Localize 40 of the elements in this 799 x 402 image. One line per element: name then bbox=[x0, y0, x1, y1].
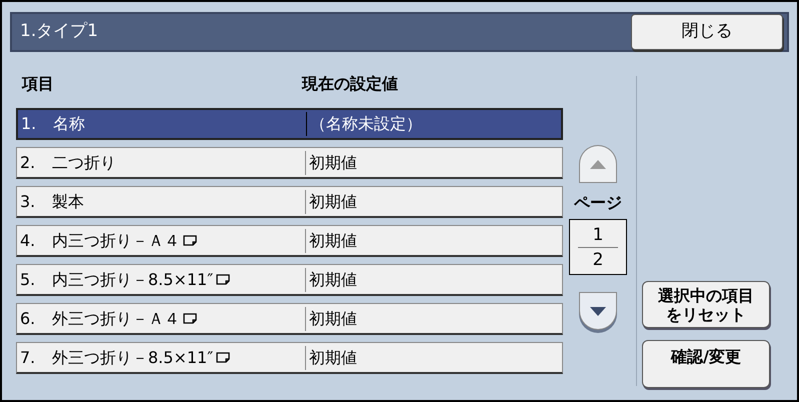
setting-row[interactable]: 2. 二つ折り 初期値 bbox=[16, 147, 563, 179]
setting-row[interactable]: 4. 内三つ折り－Ａ４ 初期値 bbox=[16, 225, 563, 257]
setting-row[interactable]: 3. 製本 初期値 bbox=[16, 186, 563, 218]
down-arrow-icon bbox=[590, 306, 606, 316]
item-label: 二つ折り bbox=[52, 152, 116, 174]
setting-row[interactable]: 5. 内三つ折り－8.5×11″ 初期値 bbox=[16, 264, 563, 296]
item-value: 初期値 bbox=[308, 308, 357, 330]
column-header: 現在の設定値 bbox=[302, 73, 398, 95]
setting-row[interactable]: 1. 名称 （名称未設定） bbox=[16, 108, 563, 140]
item-label: 内三つ折り－8.5×11″ bbox=[52, 268, 214, 290]
window-title: 1.タイプ1 bbox=[20, 20, 98, 44]
item-value: 初期値 bbox=[308, 230, 357, 252]
column-header: 項目 bbox=[20, 73, 55, 95]
item-number: 4. bbox=[20, 230, 36, 252]
setting-row[interactable]: 6. 外三つ折り－Ａ４ 初期値 bbox=[16, 303, 563, 335]
confirm-change-button[interactable]: 確認/変更 bbox=[642, 340, 770, 388]
item-number: 7. bbox=[20, 346, 36, 368]
item-number: 5. bbox=[20, 268, 36, 290]
item-label: 名称 bbox=[53, 113, 85, 135]
item-value: 初期値 bbox=[308, 268, 357, 290]
item-label: 内三つ折り－Ａ４ bbox=[52, 230, 180, 252]
total-pages: 2 bbox=[592, 250, 604, 270]
item-number: 3. bbox=[20, 190, 36, 212]
page-down-button[interactable] bbox=[579, 292, 617, 330]
item-value: 初期値 bbox=[308, 190, 357, 212]
current-page: 1 bbox=[592, 224, 604, 244]
item-value: （名称未設定） bbox=[309, 113, 422, 135]
item-number: 2. bbox=[20, 152, 36, 174]
item-value: 初期値 bbox=[308, 152, 357, 174]
item-label: 外三つ折り－8.5×11″ bbox=[52, 346, 214, 368]
item-label: 製本 bbox=[52, 190, 84, 212]
setting-row[interactable]: 7. 外三つ折り－8.5×11″ 初期値 bbox=[16, 342, 563, 374]
item-label: 外三つ折り－Ａ４ bbox=[52, 308, 180, 330]
close-button[interactable]: 閉じる bbox=[631, 14, 783, 50]
reset-selection-button[interactable]: 選択中の項目 をリセット bbox=[642, 281, 770, 328]
item-number: 6. bbox=[20, 308, 36, 330]
item-number: 1. bbox=[21, 113, 38, 135]
page-label: ページ bbox=[574, 192, 622, 214]
up-arrow-icon bbox=[590, 160, 606, 168]
item-value: 初期値 bbox=[308, 346, 357, 368]
